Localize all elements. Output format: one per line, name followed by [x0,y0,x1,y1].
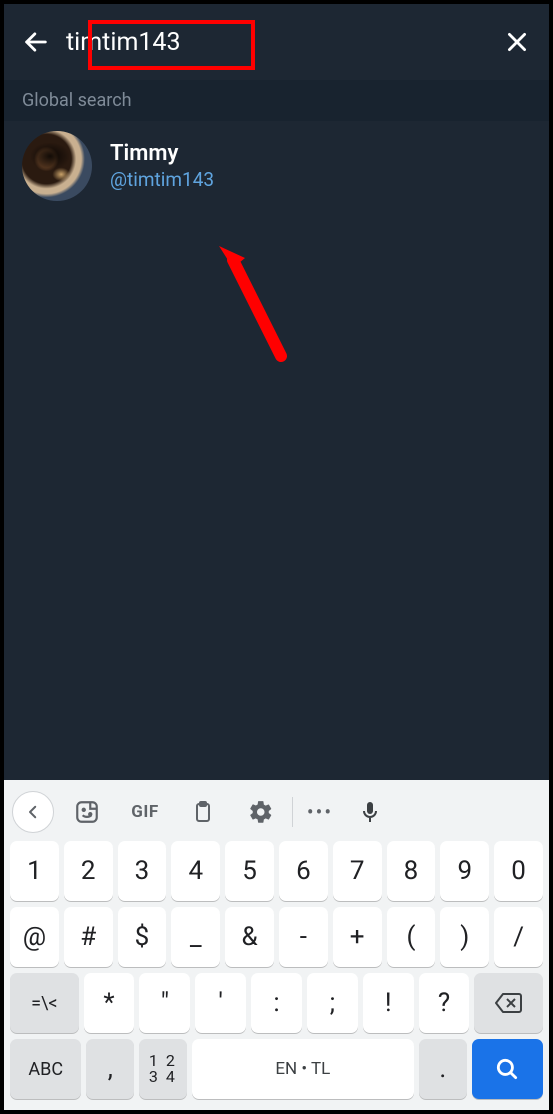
more-label: ••• [307,800,333,824]
sticker-icon [74,799,100,825]
clipboard-button[interactable] [174,790,232,834]
key-at[interactable]: @ [10,907,59,967]
search-input[interactable] [60,20,260,65]
key-4[interactable]: 4 [171,841,220,901]
gif-button[interactable]: GIF [116,790,174,834]
key-mode-abc[interactable]: ABC [10,1039,81,1099]
key-7[interactable]: 7 [333,841,382,901]
key-apostrophe[interactable]: ' [195,973,246,1033]
key-asterisk[interactable]: * [84,973,135,1033]
on-screen-keyboard: GIF ••• 1 2 3 4 5 6 7 8 9 0 @ [4,780,549,1110]
key-backspace[interactable] [474,973,543,1033]
section-header-global-search: Global search [4,80,549,121]
arrow-left-icon [22,28,50,56]
avatar [22,131,92,201]
key-minus[interactable]: - [279,907,328,967]
key-paren-open[interactable]: ( [387,907,436,967]
chevron-left-icon [24,803,42,821]
mic-icon [358,800,382,824]
gear-icon [248,799,274,825]
key-period[interactable]: . [419,1039,467,1099]
more-options-button[interactable]: ••• [295,790,345,834]
voice-input-button[interactable] [345,790,395,834]
key-search[interactable] [472,1039,543,1099]
key-9[interactable]: 9 [440,841,489,901]
key-ampersand[interactable]: & [225,907,274,967]
key-numpad[interactable]: 1 2 3 4 [139,1039,187,1099]
search-icon [494,1056,520,1082]
keyboard-collapse-button[interactable] [12,791,54,833]
toolbar-separator [292,797,293,827]
keyboard-settings-button[interactable] [232,790,290,834]
key-space[interactable]: EN • TL [192,1039,414,1099]
key-8[interactable]: 8 [387,841,436,901]
key-paren-close[interactable]: ) [440,907,489,967]
sticker-button[interactable] [58,790,116,834]
key-colon[interactable]: : [251,973,302,1033]
result-name: Timmy [110,141,214,166]
key-semicolon[interactable]: ; [307,973,358,1033]
close-icon [504,29,530,55]
key-symbols-shift[interactable]: =\< [10,973,79,1033]
result-username: @timtim143 [110,168,214,191]
key-double-quote[interactable]: " [139,973,190,1033]
back-button[interactable] [18,24,54,60]
key-0[interactable]: 0 [494,841,543,901]
key-5[interactable]: 5 [225,841,274,901]
annotation-arrow-icon [189,234,299,374]
backspace-icon [494,991,524,1015]
key-3[interactable]: 3 [118,841,167,901]
search-result-row[interactable]: Timmy @timtim143 [4,121,549,211]
key-underscore[interactable]: _ [171,907,220,967]
key-question[interactable]: ? [419,973,470,1033]
key-6[interactable]: 6 [279,841,328,901]
key-comma[interactable]: , [86,1039,134,1099]
key-1[interactable]: 1 [10,841,59,901]
clear-search-button[interactable] [499,24,535,60]
key-exclaim[interactable]: ! [363,973,414,1033]
key-hash[interactable]: # [64,907,113,967]
key-2[interactable]: 2 [64,841,113,901]
gif-label: GIF [131,802,158,822]
key-plus[interactable]: + [333,907,382,967]
key-slash[interactable]: / [494,907,543,967]
numpad-bot: 3 4 [149,1069,177,1085]
key-dollar[interactable]: $ [118,907,167,967]
clipboard-icon [191,800,215,824]
